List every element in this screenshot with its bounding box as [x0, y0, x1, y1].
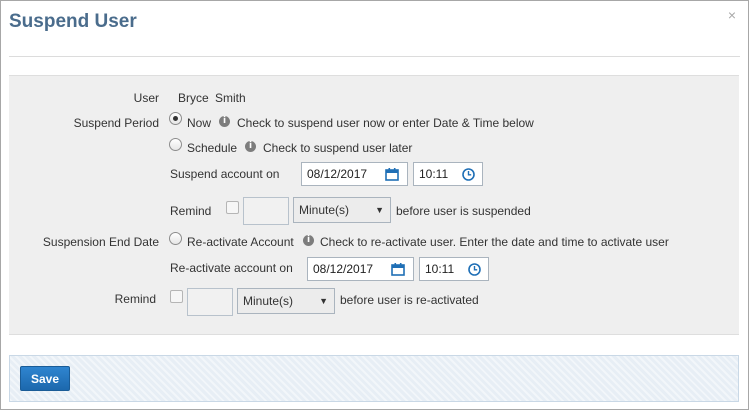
suspend-date-value: 08/12/2017 [307, 167, 368, 181]
reactivate-date-value: 08/12/2017 [313, 262, 374, 276]
user-last-name: Smith [215, 91, 246, 105]
reactivate-radio[interactable] [169, 232, 182, 245]
title-divider [9, 56, 740, 57]
reactivate-time-field[interactable]: 10:11 [419, 257, 489, 281]
suspend-time-value: 10:11 [419, 167, 449, 181]
reactivate-date-field[interactable]: 08/12/2017 [307, 257, 414, 281]
suspend-remind-checkbox[interactable] [226, 201, 239, 214]
chevron-down-icon: ▼ [375, 205, 384, 215]
clock-icon[interactable] [468, 263, 481, 276]
user-first-name: Bryce [178, 91, 209, 105]
suspend-account-on-label: Suspend account on [170, 167, 280, 181]
now-radio[interactable] [169, 112, 182, 125]
save-button[interactable]: Save [20, 366, 70, 391]
calendar-icon[interactable] [391, 263, 405, 276]
dialog-title: Suspend User [9, 11, 137, 32]
suspend-remind-unit-select[interactable]: Minute(s) ▼ [293, 197, 391, 223]
schedule-label: Schedule [187, 141, 238, 155]
suspend-date-field[interactable]: 08/12/2017 [301, 162, 408, 186]
close-icon[interactable]: × [728, 7, 736, 23]
now-hint: Check to suspend user now or enter Date … [237, 116, 534, 130]
chevron-down-icon: ▼ [319, 296, 328, 306]
reactivate-label: Re-activate Account [187, 235, 294, 249]
reactivate-remind-unit-value: Minute(s) [243, 294, 294, 308]
form-panel: User Bryce Smith Suspend Period Now i Ch… [9, 75, 739, 335]
calendar-icon[interactable] [385, 168, 399, 181]
reactivate-remind-input[interactable] [187, 288, 233, 316]
suspension-end-date-label: Suspension End Date [42, 235, 159, 249]
reactivate-remind-unit-select[interactable]: Minute(s) ▼ [237, 288, 335, 314]
suspend-time-field[interactable]: 10:11 [413, 162, 483, 186]
reactivate-remind-checkbox[interactable] [170, 290, 183, 303]
reactivate-hint: Check to re-activate user. Enter the dat… [320, 235, 669, 249]
suspend-remind-label: Remind [170, 204, 212, 218]
info-icon: i [303, 235, 314, 246]
reactivate-time-value: 10:11 [425, 262, 455, 276]
suspend-user-dialog: Suspend User × User Bryce Smith Suspend … [0, 0, 749, 410]
schedule-hint: Check to suspend user later [263, 141, 413, 155]
schedule-radio[interactable] [169, 138, 182, 151]
info-icon: i [245, 141, 256, 152]
reactivate-account-on-label: Re-activate account on [170, 261, 293, 275]
suspend-remind-input[interactable] [243, 197, 289, 225]
info-icon: i [219, 116, 230, 127]
now-label: Now [187, 116, 212, 130]
suspend-remind-unit-value: Minute(s) [299, 203, 350, 217]
reactivate-remind-suffix: before user is re-activated [340, 293, 479, 307]
clock-icon[interactable] [462, 168, 475, 181]
suspend-remind-suffix: before user is suspended [396, 204, 531, 218]
suspend-period-label: Suspend Period [73, 116, 159, 130]
dialog-footer: Save [9, 355, 739, 402]
user-label: User [133, 91, 159, 105]
reactivate-remind-label: Remind [114, 292, 156, 306]
